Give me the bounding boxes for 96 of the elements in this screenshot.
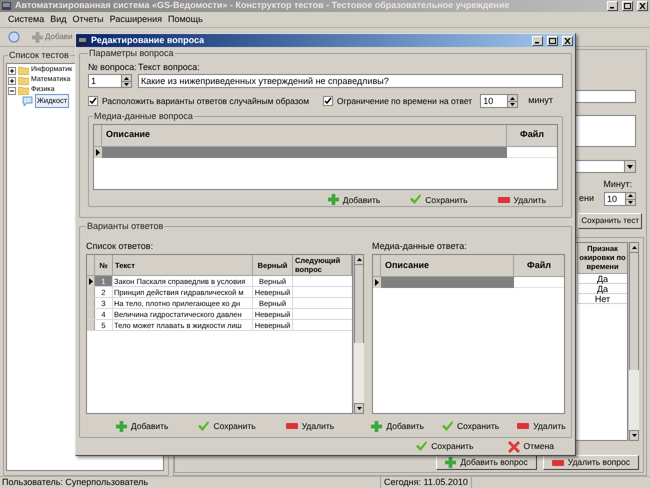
scroll-down-icon[interactable]	[356, 407, 362, 410]
question-text-field[interactable]: Какие из нижеприведенных утверждений не справедливы?	[138, 74, 563, 88]
window-title: Автоматизированная система «GS-Ведомости» - Конструктор тестов - Тестовое образовательное учреждение	[15, 0, 510, 12]
add-button[interactable]: Добавить вопрос	[436, 455, 537, 470]
minimize-icon[interactable]	[607, 1, 618, 11]
plus-icon	[328, 194, 339, 206]
expand-icon[interactable]	[8, 66, 16, 74]
window-icon	[78, 36, 87, 44]
cancel-button[interactable]: Отмена	[504, 440, 558, 453]
folder-icon	[18, 86, 29, 95]
maximize-icon[interactable]	[622, 1, 633, 11]
dialog-title: Редактирование вопроса	[91, 34, 206, 47]
menu-item[interactable]: Отчеты	[72, 12, 104, 26]
row-pointer-icon	[88, 278, 92, 284]
close-icon[interactable]	[637, 1, 648, 11]
minus-icon	[498, 196, 510, 203]
save-button[interactable]: Сохранить	[438, 420, 504, 433]
delete-button[interactable]: Удалить	[282, 420, 338, 433]
plus-icon	[445, 457, 456, 468]
minus-icon	[517, 423, 530, 430]
check-icon	[442, 420, 453, 432]
plus-icon	[32, 32, 43, 42]
add-button[interactable]: Добавить	[324, 194, 384, 206]
delete-button[interactable]: Удалить	[513, 420, 570, 433]
add-button[interactable]: Добавить	[367, 420, 428, 433]
add-button[interactable]: Добавить	[112, 420, 172, 433]
add-button[interactable]: Добави	[32, 31, 73, 43]
scrollbar[interactable]	[628, 242, 639, 441]
list-label: Медиа-данные ответа:	[372, 240, 468, 253]
tick-icon	[89, 97, 97, 105]
window-icon	[2, 2, 11, 10]
scroll-up-icon[interactable]	[356, 258, 362, 261]
column-header[interactable]: Файл	[514, 255, 564, 276]
plus-icon	[371, 420, 382, 432]
status-date: Сегодня: 11.05.2010	[380, 476, 472, 488]
column-header[interactable]: Описание	[381, 255, 514, 276]
time-label: ени	[578, 192, 594, 205]
group-title: Варианты ответов	[86, 220, 164, 233]
minimize-icon[interactable]	[532, 36, 543, 46]
menu-item[interactable]: Расширения	[110, 12, 162, 26]
save-button[interactable]: Сохранить	[412, 440, 478, 453]
number-spinner[interactable]: 10	[480, 94, 518, 108]
menu-item[interactable]: Вид	[50, 12, 67, 26]
table-cell: Нет	[577, 294, 627, 304]
minus-icon	[552, 460, 564, 466]
delete-button[interactable]: Удалить вопрос	[542, 455, 639, 470]
collapse-icon[interactable]	[8, 86, 16, 94]
folder-icon	[18, 66, 29, 75]
minus-icon	[286, 423, 298, 430]
unit-label: минут	[528, 94, 553, 108]
up-arrow-icon[interactable]	[121, 75, 131, 81]
delete-button[interactable]: Удалить	[494, 194, 550, 206]
number-spinner[interactable]: 1	[88, 74, 132, 88]
field-label: Текст вопроса:	[138, 60, 201, 74]
group-title: Медиа-данные вопроса	[93, 110, 194, 123]
status-user: Пользователь: Суперпользователь	[1, 476, 150, 488]
dropdown-arrow-icon	[627, 164, 633, 168]
close-icon[interactable]	[562, 36, 573, 46]
check-icon	[198, 420, 210, 432]
cross-icon	[508, 440, 520, 452]
row-selector[interactable]	[87, 276, 95, 286]
group-title: Параметры вопроса	[88, 47, 175, 60]
column-header[interactable]: Файл	[507, 124, 557, 146]
menu-item[interactable]: Система	[8, 12, 44, 26]
table-cell: Да	[577, 274, 627, 284]
number-spinner[interactable]: 10	[604, 192, 636, 206]
scrollbar[interactable]	[353, 254, 364, 414]
folder-icon	[18, 76, 29, 85]
check-icon	[410, 194, 422, 206]
row-pointer-icon	[96, 148, 100, 156]
checkbox-label: Расположить варианты ответов случайным образом	[102, 94, 310, 108]
new-row-cell[interactable]	[381, 277, 514, 288]
scroll-down-icon[interactable]	[632, 434, 636, 437]
up-arrow-icon[interactable]	[507, 95, 518, 101]
scroll-up-icon[interactable]	[632, 246, 636, 248]
column-header[interactable]: Описание	[102, 124, 507, 146]
row-pointer-icon	[375, 279, 379, 286]
tick-icon	[324, 97, 332, 105]
save-button[interactable]: Сохранить	[194, 420, 260, 433]
up-arrow-icon[interactable]	[625, 192, 635, 198]
table-cell: Да	[577, 284, 627, 294]
group-title: Список тестов	[8, 49, 70, 62]
expand-icon[interactable]	[8, 76, 16, 84]
new-row-cell[interactable]	[102, 146, 507, 158]
plus-icon	[116, 420, 127, 432]
list-label: Список ответов:	[86, 240, 154, 252]
speech-bubble-icon	[22, 96, 33, 106]
globe-icon[interactable]	[8, 31, 20, 43]
checkbox-label: Ограничение по времени на ответ	[336, 94, 472, 108]
checkbox[interactable]	[88, 96, 98, 106]
minutes-label: Минут:	[603, 178, 632, 191]
save-button[interactable]: Сохранить	[406, 194, 472, 206]
save-test-button[interactable]: Сохранить тест	[578, 212, 642, 228]
checkbox[interactable]	[322, 96, 333, 106]
maximize-icon[interactable]	[547, 36, 558, 46]
menu-item[interactable]: Помощь	[168, 12, 203, 26]
